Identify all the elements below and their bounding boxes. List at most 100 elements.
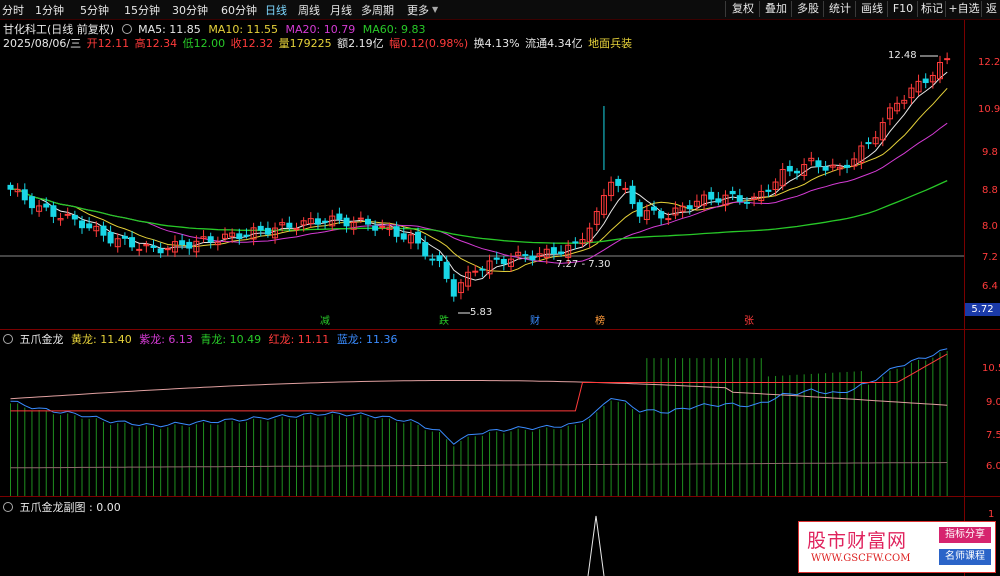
candle-body	[343, 217, 350, 227]
price-tick: 10.9	[978, 104, 1000, 115]
candle-body	[393, 226, 400, 237]
ma10-line	[10, 87, 948, 273]
candle-body	[658, 211, 665, 219]
candle-body	[150, 245, 157, 248]
chart-canvas[interactable]	[0, 0, 964, 576]
candle-body	[472, 270, 479, 273]
candle-body	[715, 198, 722, 203]
candle-body	[107, 231, 114, 244]
settings-circle-icon[interactable]	[3, 334, 13, 344]
settings-circle-icon[interactable]	[3, 502, 13, 512]
blue-dragon-value: 蓝龙: 11.36	[336, 333, 398, 346]
candle-body	[336, 213, 343, 220]
purple-dragon-value: 紫龙: 6.13	[139, 333, 193, 346]
candle-body	[286, 222, 293, 228]
watermark-tag-1: 指标分享	[939, 527, 991, 543]
sub-indicator-spike	[587, 515, 605, 576]
watermark-title: 股市财富网	[807, 530, 908, 552]
event-marker-board[interactable]: 榜	[593, 316, 607, 328]
event-marker-drop[interactable]: 跌	[437, 316, 451, 328]
candle-body	[207, 236, 214, 243]
candle-body	[100, 225, 107, 236]
candle-body	[629, 185, 636, 205]
candle-body	[708, 191, 715, 200]
candle-body	[786, 165, 793, 172]
candle-body	[500, 258, 507, 265]
watermark-logo: 股市财富网 WWW.GSCFW.COM 指标分享 名师课程	[798, 521, 996, 573]
event-marker-rise[interactable]: 张	[742, 316, 756, 328]
candle-body	[129, 237, 136, 248]
purple-dragon-line	[10, 462, 948, 469]
candle-body	[79, 220, 85, 229]
candle-body	[243, 234, 250, 237]
candle-body	[164, 248, 171, 251]
candle-body	[236, 233, 243, 240]
yellow-dragon-value: 黄龙: 11.40	[71, 333, 132, 346]
watermark-url: WWW.GSCFW.COM	[811, 553, 911, 564]
candle-body	[743, 201, 750, 204]
event-marker-finance[interactable]: 财	[528, 316, 542, 328]
range-annotation: 7.27 - 7.30	[556, 259, 611, 270]
indicator-tick: 6.0	[986, 461, 1000, 472]
candle-body	[615, 178, 622, 186]
candle-body	[136, 248, 143, 251]
candle-body	[322, 220, 329, 223]
candle-body	[765, 189, 772, 192]
candle-body	[71, 214, 78, 220]
candle-body	[7, 184, 14, 190]
candle-body	[558, 251, 565, 255]
candle-body	[522, 254, 529, 257]
candle-body	[21, 189, 28, 201]
candle-body	[257, 225, 264, 231]
candle-body	[443, 261, 450, 279]
indicator-tick: 7.5	[986, 430, 1000, 441]
candle-body	[400, 233, 407, 240]
candle-body	[357, 217, 364, 220]
watermark-tag-2: 名师课程	[939, 549, 991, 565]
event-marker-reduce[interactable]: 减	[318, 316, 332, 328]
candle-body	[186, 241, 193, 249]
candle-body	[86, 223, 93, 229]
candle-body	[865, 142, 872, 145]
candle-body	[636, 202, 643, 217]
candle-body	[450, 279, 457, 297]
sub-indicator-tick: 1	[988, 509, 995, 520]
price-tick: 12.2	[978, 57, 1000, 68]
candle-body	[493, 257, 500, 260]
candle-body	[572, 241, 579, 244]
candle-body	[314, 218, 321, 225]
candle-body	[28, 196, 35, 209]
candle-body	[529, 255, 536, 261]
candle-body	[372, 225, 379, 231]
red-step-line	[10, 353, 948, 412]
price-tick: 8.8	[982, 185, 998, 196]
candle-body	[121, 235, 128, 239]
candle-body	[550, 247, 557, 255]
low-annotation: 5.83	[470, 307, 493, 318]
candle-body	[844, 164, 851, 168]
price-tick: 9.8	[982, 147, 998, 158]
candle-body	[651, 206, 657, 211]
candle-body	[365, 218, 371, 225]
candle-body	[622, 187, 629, 190]
high-annotation: 12.48	[888, 50, 917, 61]
cyan-dragon-value: 青龙: 10.49	[200, 333, 262, 346]
current-price-tag: 5.72	[965, 303, 1000, 316]
candle-body	[479, 268, 486, 271]
candle-body	[179, 240, 186, 246]
candle-body	[157, 248, 164, 254]
indicator-header: 五爪金龙 黄龙: 11.40 紫龙: 6.13 青龙: 10.49 红龙: 11…	[3, 331, 398, 347]
red-dragon-line	[10, 380, 948, 406]
ma5-line	[10, 71, 948, 281]
indicator-tick: 10.5	[982, 363, 1000, 374]
candle-body	[415, 231, 422, 244]
back-button[interactable]: 返回	[981, 1, 1000, 17]
sub-indicator-title: 五爪金龙副图 : 0.00	[19, 501, 121, 514]
ma20-line	[10, 122, 948, 264]
price-tick: 8.0	[982, 221, 998, 232]
candle-body	[922, 78, 929, 84]
price-tick: 6.4	[982, 281, 998, 292]
red-dragon-value: 红龙: 11.11	[268, 333, 330, 346]
indicator-tick: 9.0	[986, 397, 1000, 408]
candle-body	[264, 227, 271, 235]
